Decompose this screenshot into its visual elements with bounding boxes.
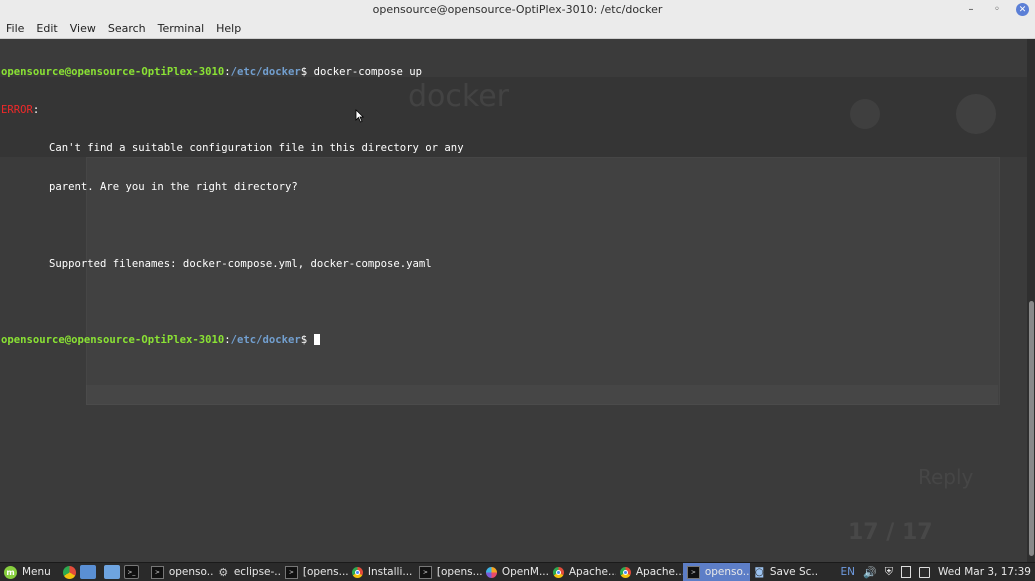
command-text: docker-compose up bbox=[313, 65, 422, 78]
maximize-icon[interactable]: ◦ bbox=[990, 3, 1004, 17]
terminal-line-error: ERROR: bbox=[1, 104, 464, 117]
window-controls: – ◦ ✕ bbox=[964, 0, 1029, 19]
error-label: ERROR bbox=[1, 103, 33, 116]
terminal-line-message-2: parent. Are you in the right directory? bbox=[49, 180, 298, 193]
taskbar-window-label: Apache... bbox=[568, 566, 616, 578]
terminal-icon: > bbox=[418, 565, 432, 579]
menu-terminal[interactable]: Terminal bbox=[152, 22, 211, 35]
taskbar-window-3[interactable]: > [opens... bbox=[281, 563, 348, 581]
text-cursor bbox=[313, 334, 320, 346]
terminal-icon: > bbox=[686, 565, 700, 579]
clock[interactable]: Wed Mar 3, 17:39 bbox=[938, 566, 1031, 578]
eclipse-icon: ⚙ bbox=[218, 565, 229, 579]
terminal-line-message-3: Supported filenames: docker-compose.yml,… bbox=[49, 257, 432, 270]
file-manager-icon[interactable] bbox=[103, 565, 120, 579]
error-colon: : bbox=[32, 103, 40, 116]
prompt-symbol: $ bbox=[300, 334, 314, 347]
system-tray: EN 🔊 ⛨ Wed Mar 3, 17:39 bbox=[841, 563, 1035, 581]
chrome-launcher-icon[interactable] bbox=[62, 565, 76, 579]
terminal-launcher-icon[interactable]: >_ bbox=[123, 565, 139, 579]
start-menu-label: Menu bbox=[22, 566, 51, 578]
screenshot-icon: ◙ bbox=[754, 566, 765, 578]
notification-icon[interactable] bbox=[919, 566, 930, 578]
taskbar-window-label: Installi... bbox=[367, 566, 413, 578]
window-title: opensource@opensource-OptiPlex-3010: /et… bbox=[372, 3, 663, 16]
taskbar-window-label: openso... bbox=[168, 566, 214, 578]
close-icon[interactable]: ✕ bbox=[1016, 3, 1029, 16]
prompt-path: /etc/docker bbox=[230, 334, 301, 347]
window-titlebar[interactable]: opensource@opensource-OptiPlex-3010: /et… bbox=[0, 0, 1035, 19]
menu-file[interactable]: File bbox=[0, 22, 30, 35]
background-reply-button: Reply bbox=[918, 465, 974, 489]
terminal-line-command: opensource@opensource-OptiPlex-3010:/etc… bbox=[1, 66, 464, 79]
taskbar-window-label: Save Sc... bbox=[769, 566, 817, 578]
taskbar-window-4[interactable]: Installi... bbox=[348, 563, 415, 581]
taskbar-window-6[interactable]: OpenM... bbox=[482, 563, 549, 581]
menu-edit[interactable]: Edit bbox=[30, 22, 63, 35]
show-desktop-icon[interactable] bbox=[79, 565, 96, 579]
taskbar-window-2[interactable]: ⚙ eclipse-... bbox=[214, 563, 281, 581]
start-menu-button[interactable]: m Menu bbox=[0, 563, 55, 581]
taskbar-window-5[interactable]: > [opens... bbox=[415, 563, 482, 581]
linux-mint-icon: m bbox=[4, 565, 17, 579]
terminal-icon: > bbox=[150, 565, 164, 579]
prompt-path: /etc/docker bbox=[230, 65, 301, 78]
openmrs-icon bbox=[485, 566, 497, 578]
scrollbar-thumb[interactable] bbox=[1029, 301, 1034, 556]
keyboard-layout-indicator[interactable]: EN bbox=[841, 566, 856, 578]
taskbar-window-label: [opens... bbox=[302, 566, 348, 578]
taskbar-window-label: [opens... bbox=[436, 566, 482, 578]
terminal-output: opensource@opensource-OptiPlex-3010: /etc… bbox=[1, 40, 464, 373]
background-search-icon bbox=[850, 99, 880, 129]
taskbar-window-label: OpenM... bbox=[501, 566, 549, 578]
chrome-icon bbox=[552, 566, 564, 578]
taskbar-window-label: openso... bbox=[704, 566, 750, 578]
taskbar-window-1[interactable]: > openso... bbox=[147, 563, 214, 581]
background-post-count: 17 / 17 bbox=[848, 520, 933, 545]
taskbar-window-9-active[interactable]: > openso... bbox=[682, 563, 750, 581]
clipboard-icon[interactable] bbox=[901, 566, 911, 578]
menu-search[interactable]: Search bbox=[102, 22, 152, 35]
taskbar-window-10[interactable]: ◙ Save Sc... bbox=[750, 563, 817, 581]
minimize-icon[interactable]: – bbox=[964, 3, 978, 17]
terminal-line-prompt: opensource@opensource-OptiPlex-3010:/etc… bbox=[1, 334, 464, 347]
terminal-icon: > bbox=[284, 565, 298, 579]
shield-icon[interactable]: ⛨ bbox=[885, 565, 893, 579]
background-avatar bbox=[956, 94, 996, 134]
taskbar-window-7[interactable]: Apache... bbox=[549, 563, 616, 581]
mouse-pointer-icon bbox=[355, 109, 364, 123]
taskbar: m Menu >_ > openso... ⚙ eclipse-... > [o… bbox=[0, 562, 1035, 581]
terminal-line-message-1: Can't find a suitable configuration file… bbox=[49, 142, 464, 155]
prompt-user: opensource@opensource-OptiPlex-3010 bbox=[1, 65, 225, 78]
taskbar-window-8[interactable]: Apache... bbox=[616, 563, 683, 581]
menu-help[interactable]: Help bbox=[210, 22, 247, 35]
chrome-icon bbox=[351, 566, 363, 578]
menu-bar: File Edit View Search Terminal Help bbox=[0, 19, 1035, 39]
taskbar-window-label: Apache... bbox=[635, 566, 683, 578]
menu-view[interactable]: View bbox=[64, 22, 102, 35]
terminal-scrollbar[interactable] bbox=[1027, 39, 1035, 562]
prompt-symbol: $ bbox=[300, 65, 314, 78]
volume-icon[interactable]: 🔊 bbox=[863, 566, 877, 579]
prompt-user: opensource@opensource-OptiPlex-3010 bbox=[1, 334, 225, 347]
background-window-toolbar bbox=[86, 385, 998, 405]
terminal-area[interactable]: docker Reply 17 / 17 opensource@opensour… bbox=[0, 39, 1027, 562]
chrome-icon bbox=[619, 566, 631, 578]
taskbar-window-label: eclipse-... bbox=[233, 566, 281, 578]
